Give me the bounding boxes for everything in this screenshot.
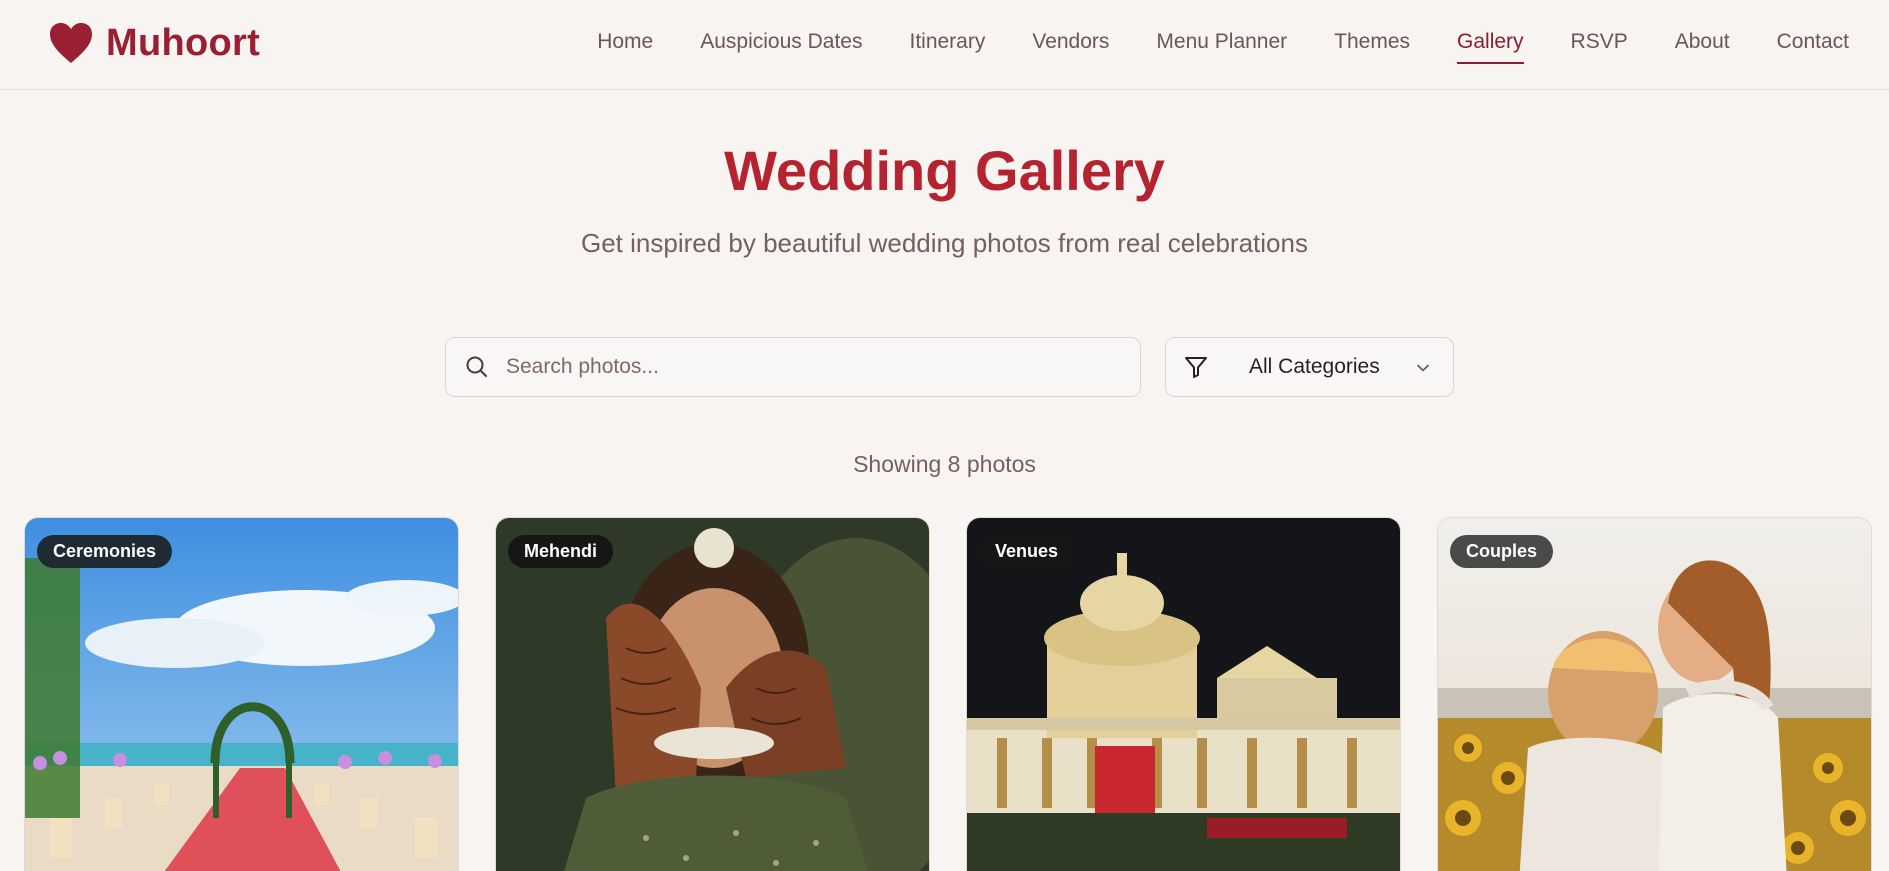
page-title: Wedding Gallery [724,139,1165,202]
category-badge: Mehendi [508,535,614,568]
category-badge: Couples [1450,535,1554,568]
nav-about[interactable]: About [1675,26,1730,64]
search-box [445,337,1141,397]
gallery-card[interactable]: Venues [966,517,1401,871]
nav-home[interactable]: Home [597,26,653,64]
category-selected-value: All Categories [1249,355,1380,378]
photo-palace-venue [967,518,1400,871]
gallery-card[interactable]: Ceremonies [24,517,459,871]
page-subtitle: Get inspired by beautiful wedding photos… [581,228,1308,258]
search-icon [466,356,487,377]
chevron-down-icon [1417,364,1429,372]
nav-themes[interactable]: Themes [1334,26,1410,64]
category-badge: Ceremonies [37,535,173,568]
nav-rsvp[interactable]: RSVP [1571,26,1628,64]
nav-auspicious-dates[interactable]: Auspicious Dates [700,26,862,64]
main-nav: Home Auspicious Dates Itinerary Vendors … [550,26,1849,64]
nav-menu-planner[interactable]: Menu Planner [1156,26,1287,64]
filter-icon [1185,357,1207,378]
brand-logo[interactable]: Muhoort [48,18,260,68]
photo-sunflower-couple [1438,518,1871,871]
nav-itinerary[interactable]: Itinerary [909,26,985,64]
brand-name: Muhoort [106,21,261,64]
category-badge: Venues [979,535,1075,568]
results-count: Showing 8 photos [853,451,1036,477]
gallery-card[interactable]: Couples [1437,517,1872,871]
photo-beach-ceremony [25,518,458,871]
heart-icon [50,23,92,63]
search-input[interactable] [506,355,1106,379]
top-navigation-bar: Muhoort Home Auspicious Dates Itinerary … [0,0,1889,90]
gallery-card[interactable]: Mehendi [495,517,930,871]
photo-mehendi-bride [496,518,929,871]
nav-gallery[interactable]: Gallery [1457,26,1524,64]
nav-vendors[interactable]: Vendors [1032,26,1109,64]
nav-contact[interactable]: Contact [1777,26,1849,64]
category-select[interactable]: All Categories [1165,337,1454,397]
